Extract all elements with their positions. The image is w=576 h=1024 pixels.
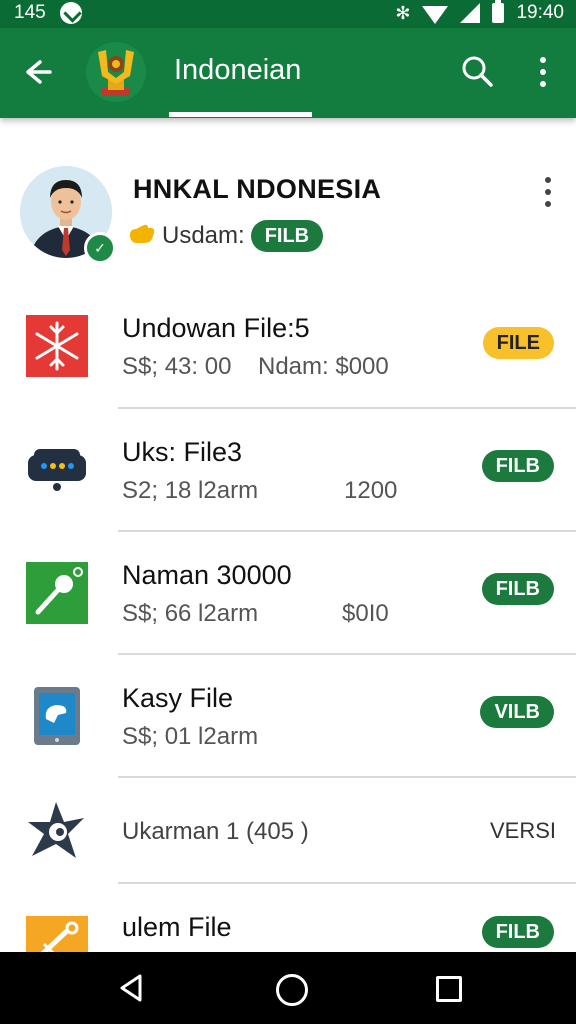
list-item-amount: $0I0 xyxy=(342,600,389,627)
profile-more-icon[interactable] xyxy=(538,176,558,208)
hand-icon xyxy=(128,221,156,251)
list-item-title: Undowan File:5 xyxy=(122,313,310,343)
file-tag-badge[interactable]: FILB xyxy=(481,450,554,482)
app-title: Indoneian xyxy=(174,54,302,86)
back-arrow-icon[interactable] xyxy=(20,52,60,92)
profile-header[interactable]: ✓ HNKAL NDONESIA Usdam: FILB xyxy=(0,150,576,280)
verified-check-icon: ✓ xyxy=(84,232,116,264)
more-vert-icon[interactable] xyxy=(528,52,558,92)
list-item-amount: Ndam: $000 xyxy=(258,353,389,380)
profile-status-label: Usdam: xyxy=(162,222,245,249)
tablet-icon xyxy=(24,683,90,749)
file-tag-badge[interactable]: VILB xyxy=(480,696,554,728)
system-nav-bar xyxy=(0,952,576,1024)
bluetooth-icon: ✻ xyxy=(395,2,411,23)
list-item-subtitle: S$; 43: 00 xyxy=(122,353,232,380)
search-icon[interactable] xyxy=(458,52,496,90)
list-item[interactable]: Kasy File S$; 01 l2arm VILB xyxy=(0,655,576,778)
list-item-title: Naman 30000 xyxy=(122,560,292,590)
list-item[interactable]: Undowan File:5 S$; 43: 00 Ndam: $000 FIL… xyxy=(0,285,576,409)
list-item-subtitle: S$; 01 l2arm xyxy=(122,723,259,750)
file-tag-badge[interactable]: FILE xyxy=(482,327,554,359)
cellular-signal-icon xyxy=(460,3,481,23)
list-item-subtitle: Ukarman 1 (405 ) xyxy=(122,818,309,845)
list-item-subtitle: S2; 18 l2arm xyxy=(122,477,259,504)
list-item[interactable]: Naman 30000 S$; 66 l2arm $0I0 FILB xyxy=(0,532,576,655)
title-tab-indicator xyxy=(169,112,312,117)
ninja-star-icon xyxy=(24,798,90,864)
profile-status: Usdam: FILB xyxy=(128,220,324,252)
file-tag-badge[interactable]: FILB xyxy=(481,916,554,948)
list-item[interactable]: ulem File FILB xyxy=(0,884,576,952)
profile-name: HNKAL NDONESIA xyxy=(133,174,382,204)
list-item-amount: 1200 xyxy=(344,477,398,504)
battery-icon xyxy=(492,0,505,23)
version-tag[interactable]: VERSI xyxy=(490,818,556,844)
list-item[interactable]: Uks: File3 S2; 18 l2arm 1200 FILB xyxy=(0,409,576,532)
list-item-title: Kasy File xyxy=(122,683,234,713)
snowflake-icon xyxy=(24,313,90,379)
list-item-subtitle: S$; 66 l2arm xyxy=(122,600,259,627)
nav-home-icon[interactable] xyxy=(276,974,308,1006)
app-logo-icon xyxy=(86,42,146,102)
vehicle-icon xyxy=(24,437,90,503)
status-badge: FILB xyxy=(250,220,324,252)
app-bar: Indoneian xyxy=(0,28,576,118)
nav-recents-icon[interactable] xyxy=(436,976,462,1002)
status-bar: 145 ✻ 19:40 xyxy=(0,0,576,28)
tools-icon xyxy=(24,914,90,952)
status-left-number: 145 xyxy=(14,2,46,23)
file-tag-badge[interactable]: FILB xyxy=(481,573,554,605)
status-time: 19:40 xyxy=(516,2,564,23)
nav-back-icon[interactable] xyxy=(118,974,144,1007)
list-item-title: ulem File xyxy=(122,912,232,942)
wifi-icon xyxy=(422,6,449,24)
list-item[interactable]: Ukarman 1 (405 ) VERSI xyxy=(0,778,576,884)
notification-icon xyxy=(59,2,82,24)
list-item-title: Uks: File3 xyxy=(122,437,243,467)
microphone-icon xyxy=(24,560,90,626)
